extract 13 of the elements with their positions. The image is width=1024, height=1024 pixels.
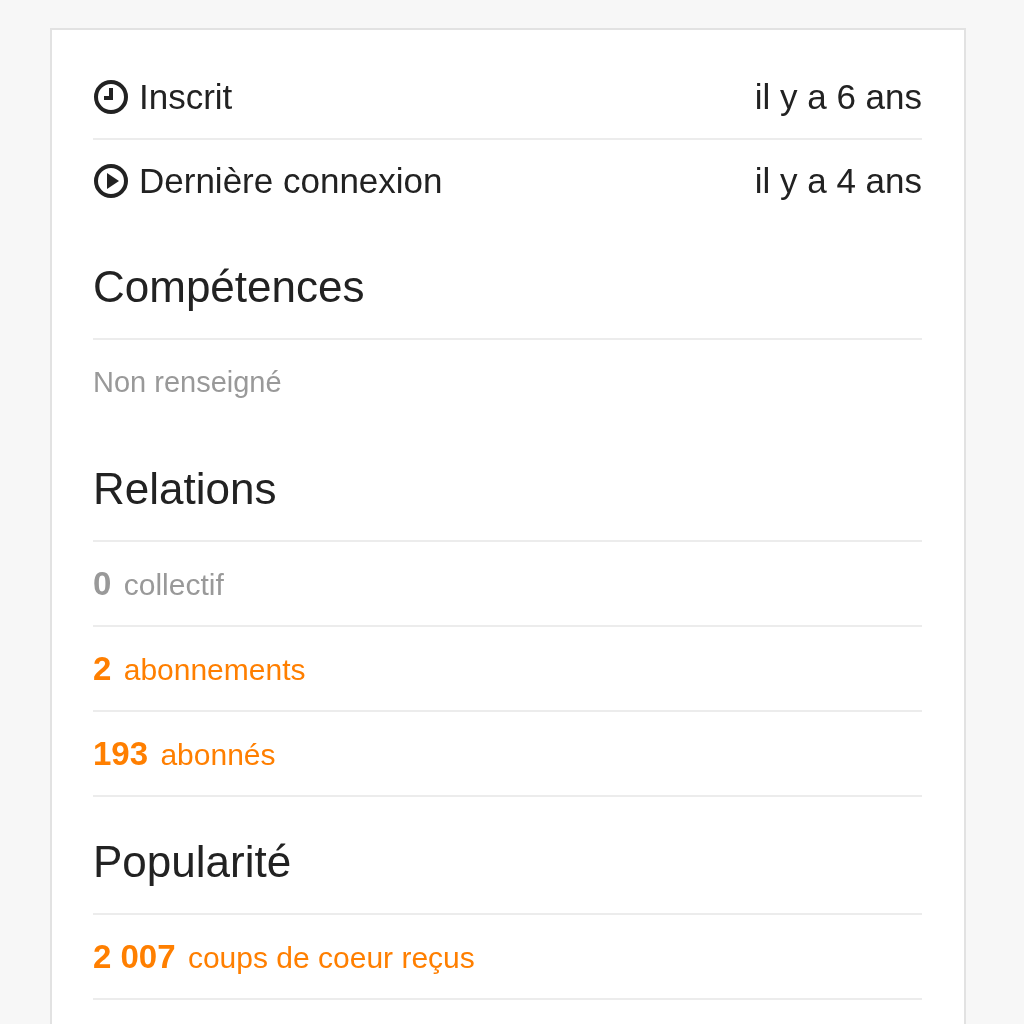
stat-link[interactable]: 193 abonnés — [93, 734, 276, 773]
stat-link[interactable]: 2 007 coups de coeur reçus — [93, 937, 475, 976]
empty-note: Non renseigné — [93, 365, 282, 399]
section-heading: Popularité — [93, 797, 922, 915]
info-value: il y a 4 ans — [754, 161, 922, 201]
info-label: Dernière connexion — [139, 161, 443, 201]
stat-link[interactable]: 2 abonnements — [93, 649, 306, 688]
info-label: Inscrit — [139, 77, 233, 117]
section-heading: Relations — [93, 424, 922, 542]
section-heading: Compétences — [93, 222, 922, 340]
info-value: il y a 6 ans — [754, 77, 922, 117]
clock-icon — [93, 79, 129, 115]
play-icon — [93, 163, 129, 199]
